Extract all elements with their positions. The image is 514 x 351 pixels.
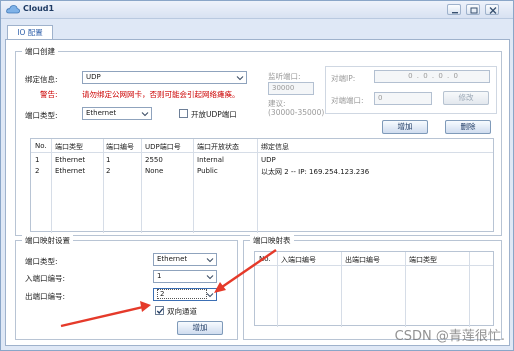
io-config-panel: 端口创建 绑定信息: UDP 警告: 请勿绑定公网网卡，否则可能会引起网络瘫痪。… bbox=[5, 39, 510, 346]
map-port-type-value: Ethernet bbox=[157, 255, 188, 263]
chevron-down-icon bbox=[141, 112, 149, 117]
chevron-down-icon bbox=[206, 293, 214, 298]
column-divider bbox=[341, 252, 342, 327]
open-udp-checkbox[interactable] bbox=[179, 109, 188, 118]
column-divider bbox=[51, 139, 52, 233]
col-header-port-number[interactable]: 端口编号 bbox=[106, 142, 134, 152]
column-divider bbox=[405, 252, 406, 327]
peer-port-label: 对端端口: bbox=[331, 96, 364, 105]
port-table: No. 端口类型 端口编号 UDP端口号 端口开放状态 绑定信息 1 Ether… bbox=[30, 138, 494, 233]
table-cell[interactable]: 1 bbox=[35, 156, 39, 164]
bind-info-value: UDP bbox=[86, 73, 101, 81]
checkmark-icon bbox=[156, 308, 164, 314]
col-header-port-type[interactable]: 端口类型 bbox=[409, 255, 437, 265]
col-header-binding[interactable]: 绑定信息 bbox=[261, 142, 289, 152]
add-mapping-button[interactable]: 增加 bbox=[177, 321, 223, 335]
col-header-in-port[interactable]: 入端口编号 bbox=[281, 255, 316, 265]
column-divider bbox=[469, 252, 470, 327]
col-header-open-state[interactable]: 端口开放状态 bbox=[197, 142, 239, 152]
close-button[interactable] bbox=[485, 4, 499, 15]
suggest-range: (30000-35000) bbox=[268, 108, 325, 117]
warning-label: 警告: bbox=[40, 90, 58, 99]
bind-info-select[interactable]: UDP bbox=[82, 71, 247, 84]
mapping-settings-title: 端口映射设置 bbox=[22, 235, 73, 246]
table-cell[interactable]: Internal bbox=[197, 156, 224, 164]
chevron-down-icon bbox=[206, 258, 214, 263]
in-port-label: 入端口编号: bbox=[25, 274, 66, 283]
header-divider bbox=[255, 265, 493, 266]
table-cell[interactable]: Ethernet bbox=[55, 156, 85, 164]
column-divider bbox=[141, 139, 142, 233]
table-cell[interactable]: 2 bbox=[35, 167, 39, 175]
col-header-no[interactable]: No. bbox=[259, 255, 271, 263]
modify-button[interactable]: 修改 bbox=[443, 91, 489, 105]
tab-strip: IO 配置 bbox=[5, 22, 510, 40]
port-type-select[interactable]: Ethernet bbox=[82, 107, 152, 120]
bidirectional-checkbox[interactable] bbox=[155, 306, 164, 315]
bidirectional-label: 双向通道 bbox=[167, 307, 197, 316]
port-type-value: Ethernet bbox=[86, 109, 117, 117]
port-create-title: 端口创建 bbox=[22, 46, 58, 57]
map-port-type-select[interactable]: Ethernet bbox=[153, 253, 217, 266]
chevron-down-icon bbox=[236, 76, 244, 81]
watermark: CSDN @青莲很忙. bbox=[394, 329, 505, 344]
table-cell[interactable]: UDP bbox=[261, 156, 276, 164]
out-port-value: 2 bbox=[157, 289, 207, 299]
col-header-no[interactable]: No. bbox=[35, 142, 47, 150]
window-title: Cloud1 bbox=[23, 4, 55, 13]
tab-io-config[interactable]: IO 配置 bbox=[7, 25, 53, 40]
bind-info-label: 绑定信息: bbox=[25, 75, 58, 84]
table-cell[interactable]: Public bbox=[197, 167, 218, 175]
cloud-config-window: Cloud1 IO 配置 端口创建 绑定信息: UDP 警告: 请勿绑定公网网卡… bbox=[0, 0, 514, 351]
maximize-icon bbox=[470, 7, 478, 14]
column-divider bbox=[257, 139, 258, 233]
peer-ip-label: 对端IP: bbox=[331, 74, 356, 83]
column-divider bbox=[103, 139, 104, 233]
port-mapping-settings-group: 端口映射设置 端口类型: Ethernet 入端口编号: 1 出端口编号: 2 … bbox=[15, 235, 238, 340]
add-port-button[interactable]: 增加 bbox=[382, 120, 428, 134]
cloud-app-icon bbox=[6, 5, 20, 14]
listen-port-label: 监听端口: bbox=[268, 72, 301, 81]
col-header-port-type[interactable]: 端口类型 bbox=[55, 142, 83, 152]
out-port-select[interactable]: 2 bbox=[153, 288, 217, 301]
peer-ip-input[interactable]: 0 . 0 . 0 . 0 bbox=[374, 70, 490, 83]
open-udp-label: 开放UDP端口 bbox=[191, 110, 237, 119]
column-divider bbox=[277, 252, 278, 327]
minimize-button[interactable] bbox=[447, 4, 461, 15]
minimize-icon bbox=[452, 12, 458, 14]
table-cell[interactable]: 2 bbox=[106, 167, 110, 175]
port-create-group: 端口创建 绑定信息: UDP 警告: 请勿绑定公网网卡，否则可能会引起网络瘫痪。… bbox=[15, 46, 502, 236]
table-cell[interactable]: 1 bbox=[106, 156, 110, 164]
mapping-table-title: 端口映射表 bbox=[250, 235, 294, 246]
table-cell[interactable]: 2550 bbox=[145, 156, 163, 164]
col-header-udp-port[interactable]: UDP端口号 bbox=[145, 142, 181, 152]
out-port-label: 出端口编号: bbox=[25, 292, 66, 301]
map-port-type-label: 端口类型: bbox=[25, 257, 58, 266]
warning-text: 请勿绑定公网网卡，否则可能会引起网络瘫痪。 bbox=[82, 90, 240, 99]
title-bar[interactable]: Cloud1 bbox=[1, 1, 513, 19]
port-type-label: 端口类型: bbox=[25, 111, 58, 120]
delete-port-button[interactable]: 删除 bbox=[445, 120, 491, 134]
table-cell[interactable]: 以太网 2 -- IP: 169.254.123.236 bbox=[261, 167, 369, 177]
in-port-value: 1 bbox=[157, 272, 162, 280]
peer-settings-box: 对端IP: 0 . 0 . 0 . 0 对端端口: 0 修改 bbox=[325, 66, 497, 114]
in-port-select[interactable]: 1 bbox=[153, 270, 217, 283]
table-cell[interactable]: Ethernet bbox=[55, 167, 85, 175]
table-cell[interactable]: None bbox=[145, 167, 163, 175]
peer-port-input[interactable]: 0 bbox=[374, 92, 432, 105]
header-divider bbox=[31, 152, 493, 153]
chevron-down-icon bbox=[206, 275, 214, 280]
column-divider bbox=[193, 139, 194, 233]
close-icon bbox=[489, 7, 497, 14]
maximize-button[interactable] bbox=[466, 4, 480, 15]
mapping-table: No. 入端口编号 出端口编号 端口类型 bbox=[254, 251, 494, 327]
listen-port-input[interactable]: 30000 bbox=[268, 82, 314, 95]
col-header-out-port[interactable]: 出端口编号 bbox=[345, 255, 380, 265]
